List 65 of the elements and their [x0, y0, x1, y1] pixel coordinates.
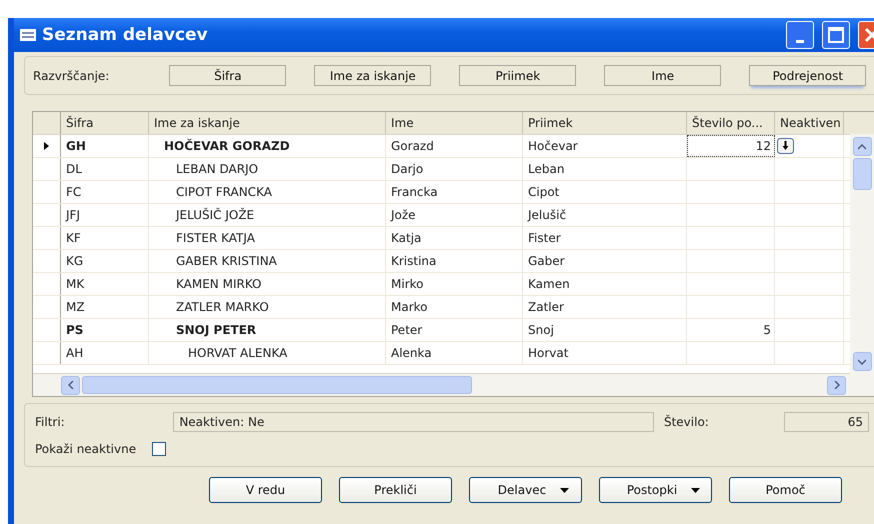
menu-button[interactable]: Delavec: [469, 477, 582, 503]
column-header[interactable]: Neaktiven: [775, 112, 844, 134]
dialog-button[interactable]: Prekliči: [339, 477, 452, 503]
table-cell: GABER KRISTINA: [149, 250, 386, 272]
count-label: Število:: [664, 415, 710, 429]
table-cell: Kamen: [523, 273, 687, 295]
table-cell: Jože: [386, 204, 523, 226]
filter-label: Filtri:: [35, 415, 66, 429]
filter-field: Neaktiven: Ne: [173, 412, 654, 432]
table-cell: LEBAN DARJO: [149, 158, 386, 180]
column-header[interactable]: Število po...: [687, 112, 775, 134]
sort-button[interactable]: Ime za iskanje: [314, 65, 432, 86]
sorting-label: Razvrščanje:: [33, 68, 110, 82]
table-cell: SNOJ PETER: [149, 319, 386, 341]
table-cell: CIPOT FRANCKA: [149, 181, 386, 203]
column-header[interactable]: Ime za iskanje: [149, 112, 386, 134]
table-cell: FC: [61, 181, 149, 203]
table-cell: Mirko: [386, 273, 523, 295]
table-cell: PS: [61, 319, 149, 341]
sort-button[interactable]: Podrejenost: [749, 65, 866, 86]
table-cell: KAMEN MIRKO: [149, 273, 386, 295]
table-cell: Katja: [386, 227, 523, 249]
table-cell: Kristina: [386, 250, 523, 272]
table-cell: Cipot: [523, 181, 687, 203]
sort-button[interactable]: Ime: [604, 65, 722, 86]
table-cell: Fister: [523, 227, 687, 249]
table-cell: MZ: [61, 296, 149, 318]
table-cell: KG: [61, 250, 149, 272]
table-cell: HOČEVAR GORAZD: [149, 135, 386, 157]
table-cell: Marko: [386, 296, 523, 318]
table-cell: 5: [687, 319, 775, 341]
column-header[interactable]: Ime: [386, 112, 523, 134]
table-cell: Leban: [523, 158, 687, 180]
table-cell: JFJ: [61, 204, 149, 226]
table-cell: AH: [61, 342, 149, 364]
count-field: 65: [784, 412, 869, 432]
sort-button[interactable]: Priimek: [459, 65, 576, 86]
table-cell: KF: [61, 227, 149, 249]
table-cell: DL: [61, 158, 149, 180]
table-cell: GH: [61, 135, 149, 157]
table-cell: ZATLER MARKO: [149, 296, 386, 318]
table-cell: Jelušič: [523, 204, 687, 226]
table-cell: Snoj: [523, 319, 687, 341]
table-cell: Horvat: [523, 342, 687, 364]
table-cell: HORVAT ALENKA: [149, 342, 386, 364]
table-cell: Hočevar: [523, 135, 687, 157]
table-cell: MK: [61, 273, 149, 295]
column-header[interactable]: Priimek: [523, 112, 687, 134]
table-cell: JELUŠIČ JOŽE: [149, 204, 386, 226]
table-cell: Francka: [386, 181, 523, 203]
window-title: Seznam delavcev: [42, 25, 209, 45]
show-inactive-label: Pokaži neaktivne: [35, 442, 136, 456]
menu-button[interactable]: Postopki: [599, 477, 712, 503]
column-header[interactable]: Šifra: [61, 112, 149, 134]
sort-button[interactable]: Šifra: [169, 65, 286, 86]
table-cell: Darjo: [386, 158, 523, 180]
table-cell: Peter: [386, 319, 523, 341]
table-cell: Zatler: [523, 296, 687, 318]
table-cell: Alenka: [386, 342, 523, 364]
table-cell: FISTER KATJA: [149, 227, 386, 249]
table-cell: Gaber: [523, 250, 687, 272]
table-cell: Gorazd: [386, 135, 523, 157]
dialog-button[interactable]: V redu: [209, 477, 322, 503]
table-cell: 12: [687, 135, 775, 157]
dialog-button[interactable]: Pomoč: [729, 477, 842, 503]
